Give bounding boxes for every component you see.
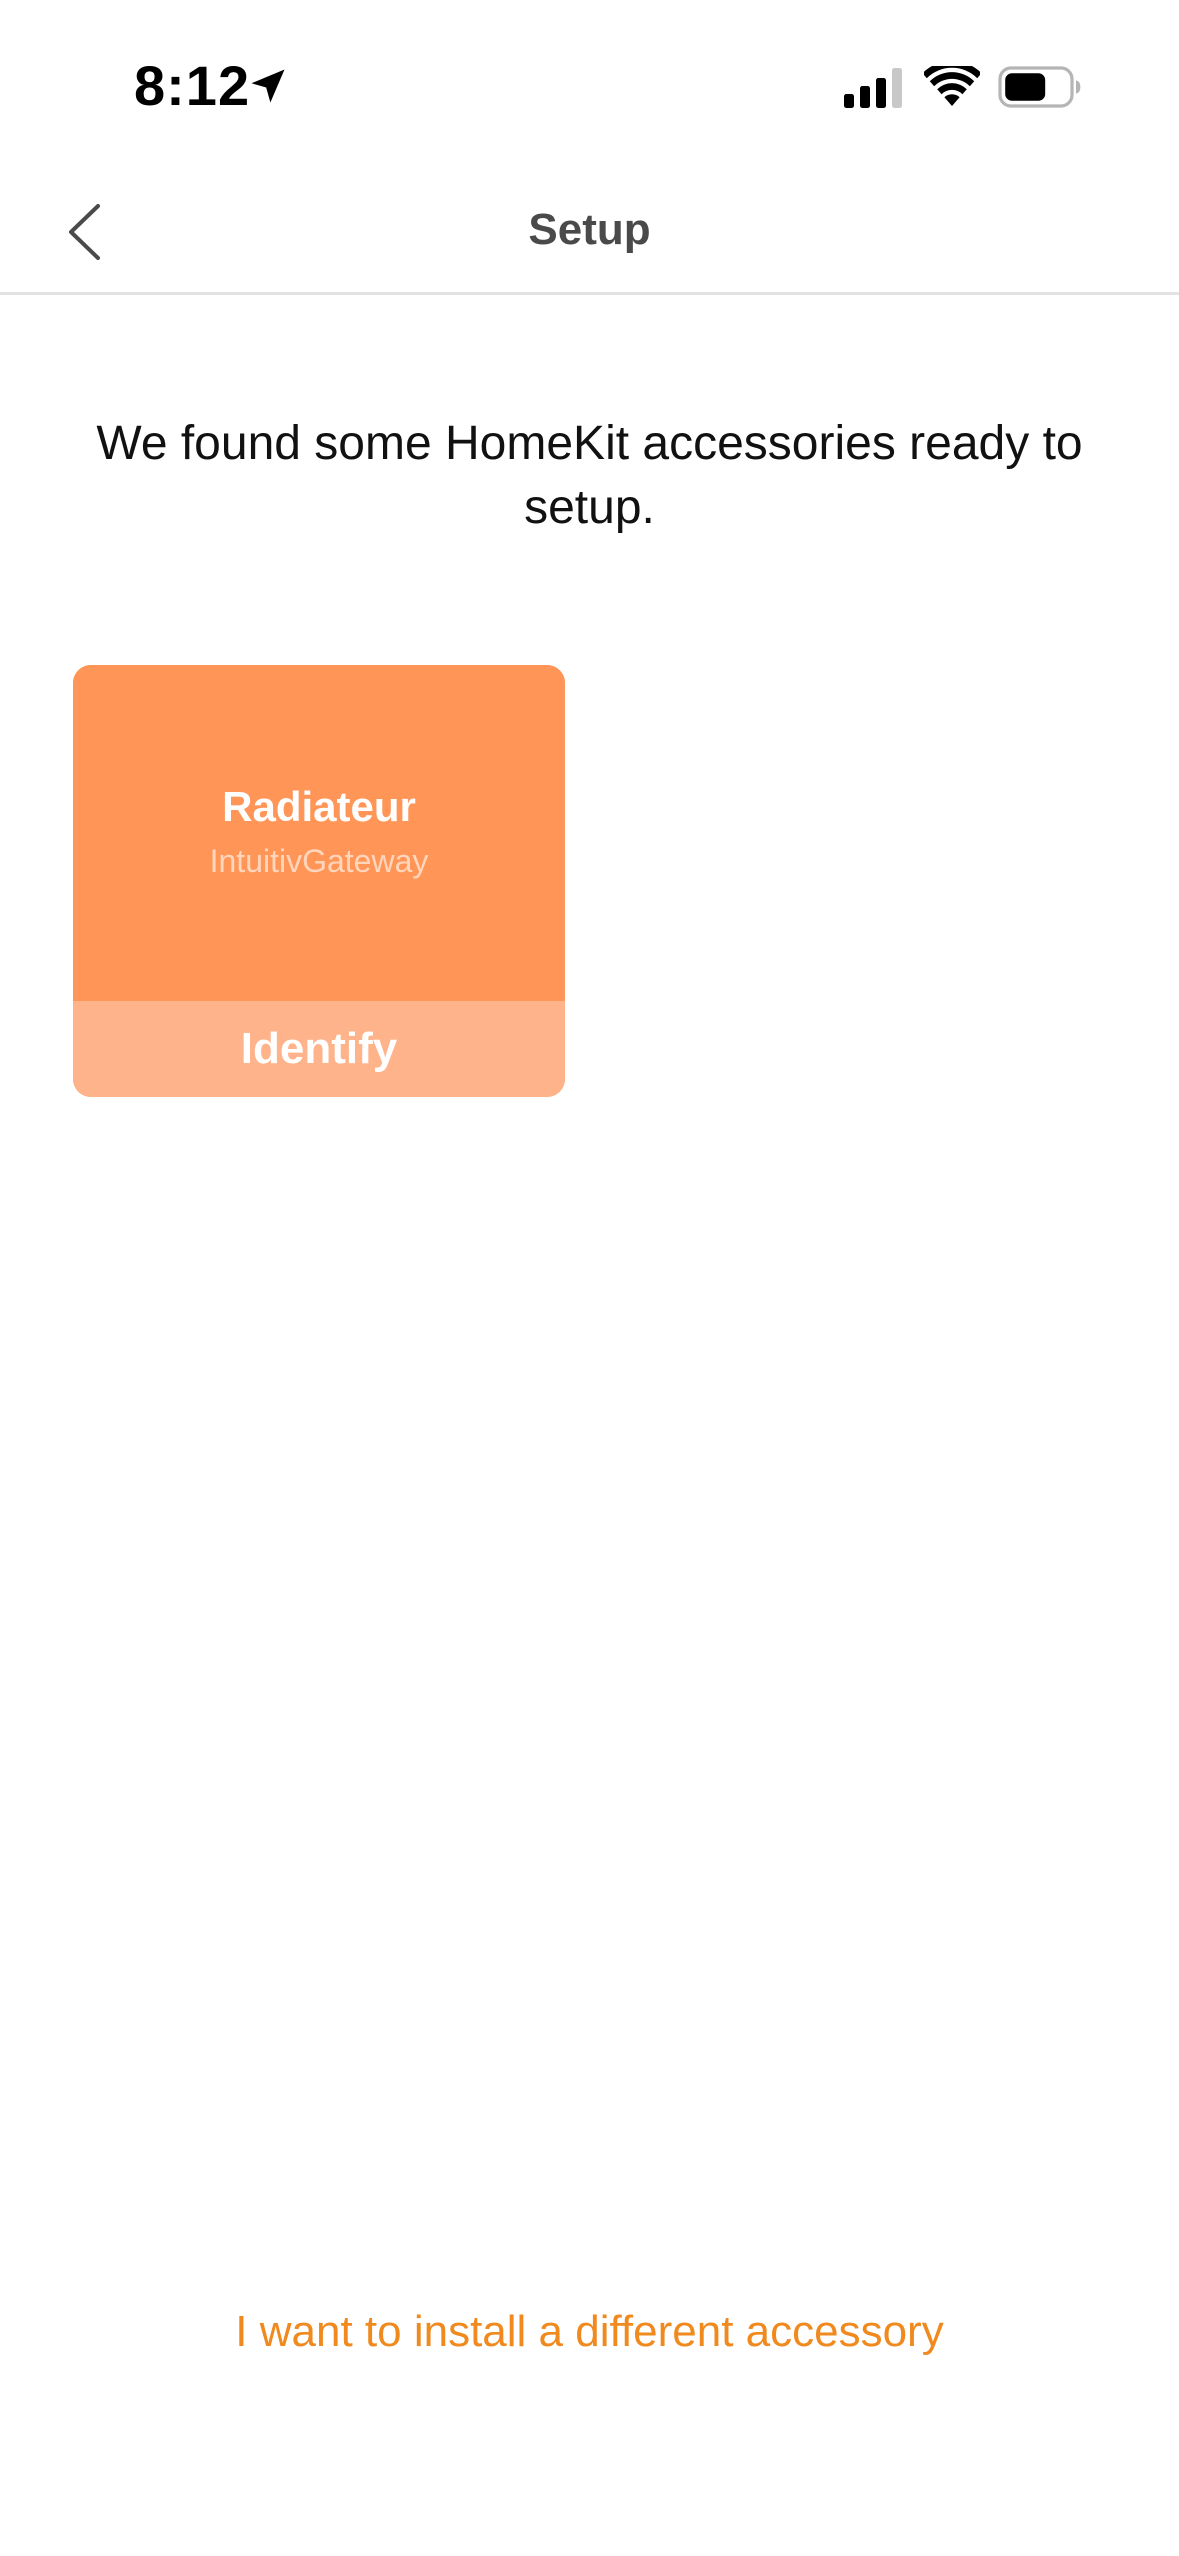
cellular-signal-icon: [844, 68, 902, 108]
accessory-card-body[interactable]: Radiateur IntuitivGateway: [73, 665, 565, 1001]
status-bar: 8:12: [0, 0, 1179, 170]
nav-bar: Setup: [0, 170, 1179, 295]
install-different-accessory-link[interactable]: I want to install a different accessory: [0, 2304, 1179, 2360]
headline-text: We found some HomeKit accessories ready …: [96, 417, 1083, 534]
accessory-model: IntuitivGateway: [209, 843, 429, 879]
identify-button[interactable]: Identify: [73, 1001, 565, 1097]
accessory-name: Radiateur: [222, 783, 416, 830]
accessory-card[interactable]: Radiateur IntuitivGateway Identify: [73, 665, 565, 1097]
wifi-icon: [924, 66, 980, 106]
page-title: Setup: [528, 205, 651, 254]
location-arrow-icon: [251, 69, 285, 103]
battery-icon: [998, 66, 1081, 108]
status-time: 8:12: [134, 54, 251, 117]
